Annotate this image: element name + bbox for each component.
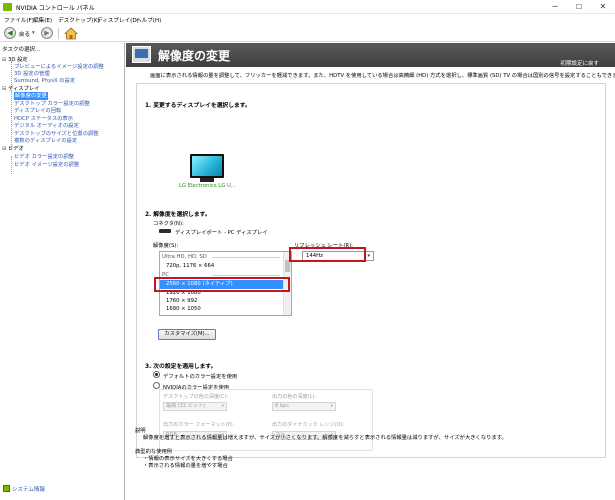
display-name-label[interactable]: LG Electronics LG U... [179, 183, 236, 189]
desktop-color-depth-select: 最高 (32 ビット) ▾ [163, 402, 227, 411]
sidebar-header: タスクの選択... [2, 47, 41, 53]
default-color-label[interactable]: デフォルトのカラー設定を使用 [163, 372, 237, 380]
toolbar-separator [58, 28, 59, 39]
output-color-depth-select: 8 bpc ▾ [272, 402, 336, 411]
highlight-box-refresh [289, 247, 366, 262]
forward-arrow-icon[interactable]: ▶ [41, 27, 53, 39]
output-color-depth-label: 出力の色の深度(L): [272, 394, 317, 400]
menu-edit[interactable]: 編集(E) [33, 16, 52, 24]
tree-item-video-image[interactable]: ビデオ イメージ設定の調整 [14, 161, 79, 169]
window-title: NVIDIA コントロール パネル [16, 5, 95, 12]
desktop-color-depth-value: 最高 (32 ビット) [166, 403, 206, 409]
home-icon[interactable] [64, 27, 78, 40]
minimize-button[interactable]: ─ [543, 0, 567, 14]
connector-value: ディスプレイポート - PC ディスプレイ [175, 230, 268, 236]
customize-button[interactable]: カスタマイズ(M)... [158, 329, 216, 340]
chevron-down-icon: ▾ [367, 253, 370, 259]
displayport-icon [159, 229, 171, 233]
restore-defaults-link[interactable]: 初期設定に戻す [560, 59, 599, 67]
color-settings-group: デスクトップの色の深度(C): 最高 (32 ビット) ▾ 出力の色の深度(L):… [159, 389, 373, 451]
output-color-depth-value: 8 bpc [275, 403, 290, 409]
title-bar: NVIDIA コントロール パネル ─ ☐ ✕ [0, 0, 615, 14]
chevron-down-icon: ▾ [221, 404, 224, 409]
system-info-label: システム情報 [12, 487, 45, 493]
connector-label: コネクタ(N): [153, 221, 184, 227]
tree-item-multiple-displays[interactable]: 複数のディスプレイの設定 [14, 137, 77, 145]
output-color-format-label: 出力のカラー フォーマット(F): [163, 422, 235, 428]
tree-item-change-resolution[interactable]: 解像度の変更 [14, 92, 48, 100]
tree-category-label: ビデオ [8, 146, 24, 152]
menu-file[interactable]: ファイル(F) [4, 16, 34, 24]
desktop-color-depth-label: デスクトップの色の深度(C): [163, 394, 229, 400]
nvidia-logo-icon [3, 3, 12, 11]
page-description: 画面に表示される情報の量を調整して、フリッカーを軽減できます。また、HDTV を… [150, 73, 615, 79]
chevron-down-icon: ▾ [330, 404, 333, 409]
back-dropdown-icon[interactable]: ▾ [32, 30, 35, 36]
menu-display[interactable]: ディスプレイ(D) [97, 16, 139, 24]
menu-bar: ファイル(F) 編集(E) デスクトップ(K) ディスプレイ(D) ヘルプ(H) [0, 14, 615, 25]
highlight-box-resolution [154, 277, 290, 292]
tree-item-video-color[interactable]: ビデオ カラー設定の調整 [14, 153, 74, 161]
section1-title: 1. 変更するディスプレイを選択します。 [145, 103, 251, 109]
toolbar: ◀ 戻る ▾ ▶ [0, 25, 615, 42]
task-sidebar: タスクの選択... ⊟ 3D 設定 プレビューによるイメージ設定の調整 3D 設定… [0, 43, 125, 500]
resolution-option[interactable]: 720p, 1176 × 664 [160, 262, 284, 271]
tree-connector [11, 156, 12, 174]
page-banner: 解像度の変更 初期設定に戻す [126, 43, 615, 67]
maximize-button[interactable]: ☐ [567, 0, 591, 14]
page-title: 解像度の変更 [158, 49, 231, 63]
monitor-icon[interactable] [190, 154, 224, 178]
system-info-icon [3, 485, 10, 492]
tree-item-digital-audio[interactable]: デジタル オーディオの設定 [14, 122, 79, 130]
resolution-page-icon [132, 46, 151, 63]
tree-connector [11, 91, 12, 149]
tree-category-video[interactable]: ⊟ ビデオ [2, 145, 24, 153]
resolution-label: 解像度(S): [153, 243, 179, 249]
tree-item-surround-physx[interactable]: Surround, PhysX の設定 [14, 77, 75, 85]
close-button[interactable]: ✕ [591, 0, 615, 14]
menu-help[interactable]: ヘルプ(H) [136, 16, 161, 24]
resolution-option[interactable]: 1680 × 1050 [160, 305, 284, 314]
tree-item-rotate-display[interactable]: ディスプレイの回転 [14, 107, 61, 115]
settings-panel: 1. 変更するディスプレイを選択します。 LG Electronics LG U… [136, 83, 606, 458]
back-label[interactable]: 戻る [19, 30, 30, 38]
explanation-text: 解像度を増すと表示される情報量は増えますが、サイズが小さくなります。解像度を減ら… [143, 435, 507, 441]
output-dynamic-range-label: 出力のダイナミック レンジ(O): [272, 422, 345, 428]
nvidia-color-radio[interactable] [153, 382, 160, 389]
default-color-radio[interactable] [153, 371, 160, 378]
monitor-stand [200, 178, 214, 182]
section3-title: 3. 次の設定を適用します。 [145, 364, 217, 370]
resolution-group-header: Ultra HD, HD, SD [160, 253, 284, 262]
menu-desktop[interactable]: デスクトップ(K) [58, 16, 100, 24]
usage-item: ・表示される情報の量を増やす場合 [143, 463, 228, 469]
main-content: 解像度の変更 初期設定に戻す 画面に表示される情報の量を調整して、フリッカーを軽… [126, 43, 615, 500]
back-arrow-icon[interactable]: ◀ [4, 27, 16, 39]
section2-title: 2. 解像度を選択します。 [145, 212, 211, 218]
system-info-link[interactable]: システム情報 [3, 485, 45, 493]
